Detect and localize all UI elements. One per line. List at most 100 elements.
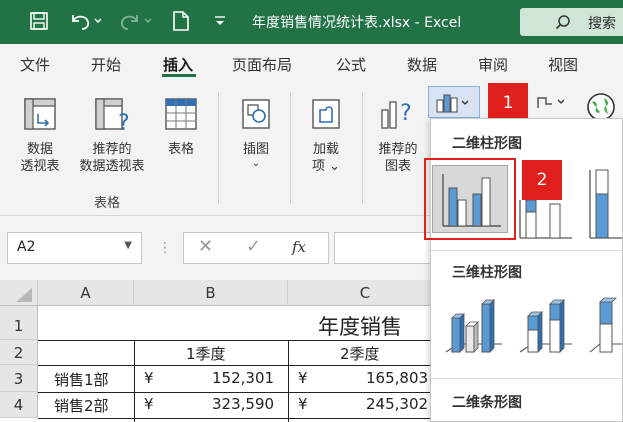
tab-review[interactable]: 审阅 — [478, 54, 508, 75]
header-cell-q1[interactable]: 1季度 — [186, 343, 226, 364]
clustered-column-chart-icon — [442, 174, 501, 227]
window-title: 年度销售情况统计表.xlsx - Excel — [252, 15, 462, 31]
recommended-charts-label-2: 图表 — [384, 159, 411, 174]
illustrations-dropdown-icon: ⌄ — [251, 158, 261, 169]
menu-divider — [431, 250, 622, 251]
column-chart-button[interactable] — [428, 86, 480, 118]
clustered-column-option[interactable] — [432, 165, 508, 233]
tab-formulas[interactable]: 公式 — [336, 54, 366, 75]
row-header-4[interactable]: 4 — [0, 392, 38, 418]
grid-line — [38, 365, 433, 366]
column-header-c[interactable]: C — [288, 280, 443, 306]
recommended-charts-button[interactable]: ? 推荐的 图表 — [370, 96, 426, 175]
name-box-dropdown-icon[interactable]: ▼ — [124, 240, 132, 251]
addins-icon — [312, 99, 340, 129]
select-all-corner[interactable] — [0, 280, 38, 306]
row-header-2[interactable]: 2 — [0, 340, 38, 365]
group-tables-label: 表格 — [94, 196, 121, 211]
undo-icon[interactable] — [66, 9, 106, 33]
insert-function-icon[interactable]: fx — [292, 238, 306, 256]
tab-page-layout[interactable]: 页面布局 — [232, 54, 292, 75]
grid-line — [288, 340, 289, 422]
formula-bar-grip-icon: ⋮ — [158, 240, 172, 256]
addins-label-1: 加载 — [312, 142, 339, 157]
value-cell[interactable]: 152,301 — [212, 369, 274, 387]
cancel-icon[interactable]: ✕ — [198, 236, 213, 257]
illustrations-icon — [242, 99, 270, 129]
sheet-title-cell[interactable]: 年度销售 — [318, 311, 402, 341]
search-box[interactable]: 搜索 — [520, 8, 623, 36]
section-3d-column: 三维柱形图 — [452, 265, 522, 281]
column-chart-icon — [436, 94, 469, 113]
table-label: 表格 — [167, 142, 194, 157]
line-chart-icon — [537, 97, 565, 108]
svg-text:?: ? — [118, 111, 130, 132]
stacked-column-chart-icon — [519, 199, 572, 239]
customize-toolbar-icon[interactable] — [210, 9, 230, 33]
grid-line — [134, 340, 135, 422]
tab-data[interactable]: 数据 — [407, 54, 437, 75]
name-box[interactable]: A2 ▼ — [7, 232, 142, 264]
pivot-table-icon — [24, 98, 56, 130]
illustrations-label: 插图 — [242, 142, 269, 157]
tab-view[interactable]: 视图 — [548, 54, 578, 75]
currency-symbol: ¥ — [144, 369, 154, 387]
svg-text:?: ? — [400, 101, 412, 126]
tab-home[interactable]: 开始 — [91, 54, 121, 75]
new-file-icon[interactable] — [170, 9, 192, 33]
value-cell[interactable]: 165,803 — [366, 369, 428, 387]
value-cell[interactable]: 323,590 — [212, 395, 274, 413]
column-header-b[interactable]: B — [134, 280, 288, 306]
step-badge-2: 2 — [522, 160, 562, 200]
formula-input[interactable] — [334, 232, 430, 264]
row-header-3[interactable]: 3 — [0, 365, 38, 392]
section-2d-bar: 二维条形图 — [452, 395, 522, 411]
recommended-charts-icon: ? — [381, 101, 412, 129]
currency-symbol: ¥ — [298, 395, 308, 413]
header-cell-q2[interactable]: 2季度 — [340, 343, 380, 364]
3d-clustered-column-option[interactable] — [444, 294, 504, 356]
addins-label-2: 项 ⌄ — [311, 159, 341, 174]
percent-stacked-column-option[interactable] — [588, 166, 622, 240]
grid-line — [38, 392, 433, 393]
save-icon[interactable] — [26, 9, 52, 33]
ribbon-separator — [218, 92, 219, 204]
redo-icon[interactable] — [116, 9, 156, 33]
currency-symbol: ¥ — [298, 369, 308, 387]
section-2d-column: 二维柱形图 — [452, 136, 522, 152]
value-cell[interactable]: 245,302 — [366, 395, 428, 413]
tab-file[interactable]: 文件 — [20, 54, 50, 75]
recommended-pivot-label-2: 数据透视表 — [79, 159, 145, 174]
stacked-column-option[interactable] — [518, 199, 574, 240]
ribbon-separator — [362, 92, 363, 204]
active-tab-indicator — [162, 74, 196, 77]
formula-buttons: ✕ ✓ fx — [183, 232, 329, 264]
confirm-icon[interactable]: ✓ — [246, 236, 261, 257]
3d-clustered-column-chart-icon — [445, 299, 502, 353]
search-label: 搜索 — [588, 16, 616, 32]
addins-button[interactable]: 加载 项 ⌄ — [300, 96, 352, 175]
percent-stacked-column-chart-icon — [589, 169, 622, 239]
pivot-table-button[interactable]: 数据 透视表 — [12, 96, 68, 175]
row-header-1[interactable]: 1 — [0, 306, 38, 340]
recommended-pivot-label-1: 推荐的 — [92, 142, 132, 157]
3d-stacked-column-option[interactable] — [518, 294, 574, 356]
table-button[interactable]: 表格 — [158, 96, 204, 158]
3d-percent-stacked-column-chart-icon — [589, 297, 622, 353]
recommended-pivot-button[interactable]: ? 推荐的 数据透视表 — [70, 96, 154, 175]
3d-percent-stacked-column-option[interactable] — [588, 294, 622, 356]
table-icon — [165, 98, 197, 130]
illustrations-button[interactable]: 插图 ⌄ — [232, 96, 280, 170]
pivot-label-2: 透视表 — [20, 159, 60, 174]
line-chart-button[interactable] — [536, 92, 570, 112]
dept-cell[interactable]: 销售1部 — [54, 369, 109, 390]
grid-line — [38, 418, 433, 419]
recommended-pivot-icon: ? — [95, 98, 130, 136]
dept-cell[interactable]: 销售2部 — [54, 395, 109, 416]
pivot-label-1: 数据 — [26, 142, 53, 157]
step-badge-1: 1 — [488, 83, 528, 123]
column-header-a[interactable]: A — [38, 280, 134, 306]
recommended-charts-label-1: 推荐的 — [378, 142, 418, 157]
search-icon — [555, 15, 570, 30]
tab-insert[interactable]: 插入 — [163, 54, 193, 75]
